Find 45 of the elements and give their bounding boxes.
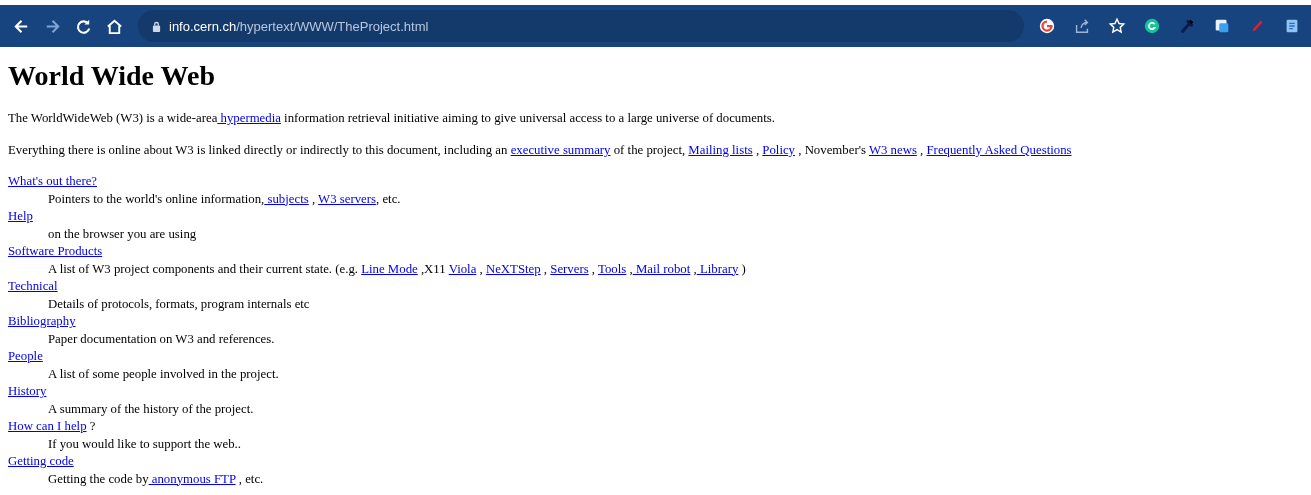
- paragraph: Everything there is online about W3 is linked directly or indirectly to this document, including an executive summary of the project, Mailing lists , Policy , November's W3 news , Frequently Asked Questions: [8, 142, 1073, 159]
- link[interactable]: Getting code: [8, 454, 74, 468]
- link[interactable]: W3 servers: [318, 191, 376, 206]
- entry-description: Paper documentation on W3 and references.: [48, 330, 276, 348]
- link[interactable]: Tools: [598, 261, 627, 276]
- g-logo-icon[interactable]: [1038, 17, 1056, 35]
- entry-description: A list of some people involved in the project.: [48, 365, 280, 383]
- entry-description: Details of protocols, formats, program internals etc: [48, 295, 311, 313]
- entry-description: If you would like to support the web..: [48, 435, 242, 453]
- link[interactable]: Frequently Asked Questions: [926, 143, 1072, 157]
- link[interactable]: NeXTStep: [485, 261, 541, 276]
- document-icon[interactable]: [1213, 17, 1231, 35]
- entry-description: Getting the code by anonymous FTP , etc.: [48, 470, 265, 488]
- link[interactable]: Library: [696, 261, 739, 276]
- entry-description: Pointers to the world's online information, subjects , W3 servers, etc.: [48, 190, 402, 208]
- lock-icon: [152, 20, 161, 32]
- link[interactable]: How can I help: [8, 419, 87, 433]
- link[interactable]: People: [8, 349, 43, 363]
- link[interactable]: Bibliography: [8, 314, 76, 328]
- link[interactable]: Line Mode: [361, 261, 418, 276]
- link[interactable]: Technical: [8, 279, 58, 293]
- share-icon[interactable]: [1073, 17, 1091, 35]
- link[interactable]: executive summary: [510, 143, 611, 157]
- circle-letter-icon[interactable]: [1143, 17, 1161, 35]
- link[interactable]: Software Products: [8, 244, 103, 258]
- link[interactable]: anonymous FTP: [148, 471, 236, 486]
- link[interactable]: subjects: [264, 191, 309, 206]
- link[interactable]: Mailing lists: [688, 143, 753, 157]
- link[interactable]: What's out there?: [8, 174, 97, 188]
- link[interactable]: Mail robot: [632, 261, 691, 276]
- page-title: World Wide Web: [8, 59, 216, 93]
- link[interactable]: Help: [8, 209, 33, 223]
- entry-description: A summary of the history of the project.: [48, 400, 255, 418]
- link[interactable]: History: [8, 384, 47, 398]
- address-bar[interactable]: info.cern.ch/hypertext/WWW/TheProject.html: [138, 10, 1024, 42]
- entry-description: on the browser you are using: [48, 225, 198, 243]
- link[interactable]: W3 news: [868, 143, 917, 157]
- term-text: ?: [88, 419, 96, 433]
- paragraph: The WorldWideWeb (W3) is a wide-area hypermedia information retrieval initiative aiming to give universal access to a large universe of documents.: [8, 110, 776, 127]
- link[interactable]: Viola: [448, 261, 477, 276]
- entry-description: A list of W3 project components and their current state. (e.g. Line Mode ,X11 Viola , NeXTStep , Servers , Tools , Mail robot , Library ): [48, 260, 747, 278]
- link[interactable]: hypermedia: [217, 111, 281, 125]
- link[interactable]: Policy: [762, 143, 796, 157]
- star-icon[interactable]: [1108, 17, 1126, 35]
- link[interactable]: Servers: [550, 261, 589, 276]
